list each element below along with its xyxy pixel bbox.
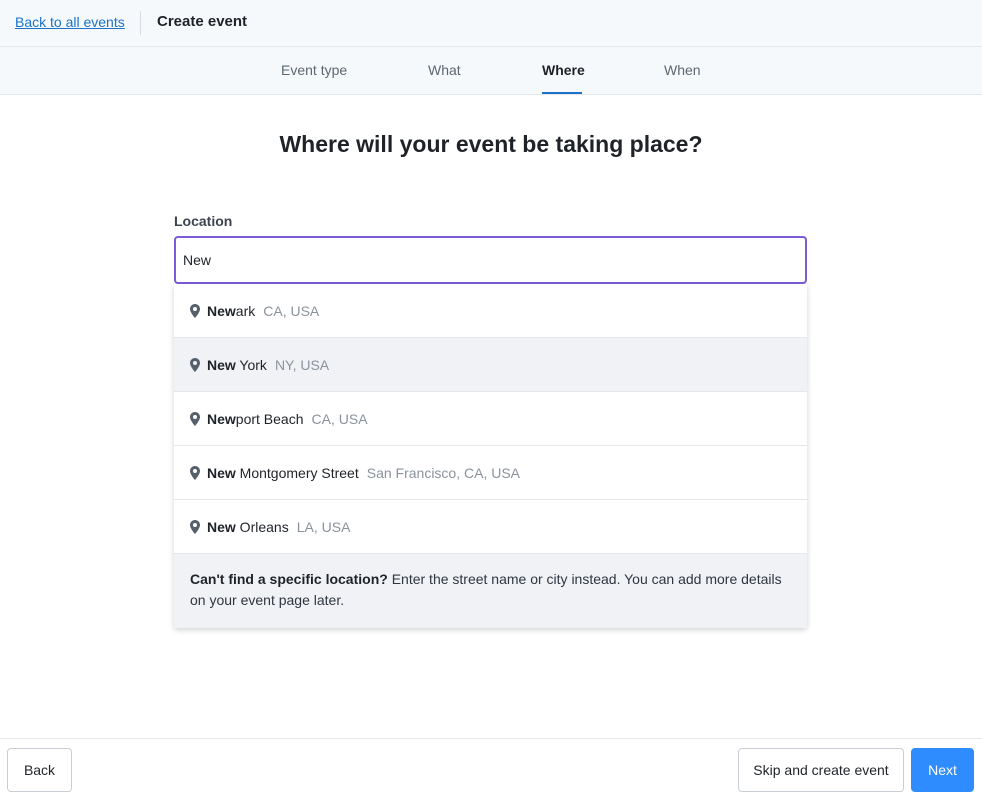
map-pin-icon [190, 519, 200, 534]
suggestion-region: CA, USA [311, 410, 368, 427]
suggestion-option[interactable]: New York NY, USA [174, 338, 807, 392]
active-tab-indicator [542, 92, 582, 94]
back-to-all-events-link[interactable]: Back to all events [15, 14, 125, 30]
suggestion-region: San Francisco, CA, USA [366, 464, 521, 481]
skip-and-create-event-button[interactable]: Skip and create event [738, 748, 904, 792]
step-navigation: Event type What Where When [0, 47, 982, 95]
map-pin-icon [190, 303, 200, 318]
next-button[interactable]: Next [911, 748, 974, 792]
map-pin-icon [190, 357, 200, 372]
cant-find-location-hint: Can't find a specific location? Enter th… [174, 554, 807, 628]
suggestion-option[interactable]: Newark CA, USA [174, 284, 807, 338]
location-input[interactable] [174, 236, 807, 284]
tab-event-type[interactable]: Event type [281, 62, 347, 78]
suggestion-option[interactable]: New Montgomery Street San Francisco, CA,… [174, 446, 807, 500]
suggestion-name: Newport Beach [207, 410, 304, 427]
map-pin-icon [190, 411, 200, 426]
location-label: Location [174, 213, 233, 229]
location-suggestions-dropdown: Newark CA, USA New York NY, USA Newport … [174, 284, 807, 628]
tab-where[interactable]: Where [542, 62, 585, 78]
suggestion-region: CA, USA [263, 302, 320, 319]
suggestion-region: NY, USA [274, 356, 330, 373]
suggestion-option[interactable]: New Orleans LA, USA [174, 500, 807, 554]
page-title: Create event [157, 13, 248, 30]
suggestion-name: New Orleans [207, 518, 289, 535]
suggestion-name: New Montgomery Street [207, 464, 359, 481]
suggestion-option[interactable]: Newport Beach CA, USA [174, 392, 807, 446]
suggestion-region: LA, USA [296, 518, 351, 535]
suggestion-name: Newark [207, 302, 256, 319]
tab-what[interactable]: What [428, 62, 461, 78]
top-bar: Back to all events Create event [0, 0, 982, 47]
footer-bar: Back Skip and create event Next [0, 738, 982, 797]
suggestion-name: New York [207, 356, 267, 373]
map-pin-icon [190, 465, 200, 480]
page-heading: Where will your event be taking place? [279, 131, 703, 157]
tab-when[interactable]: When [664, 62, 701, 78]
topbar-divider [140, 11, 141, 35]
back-button[interactable]: Back [7, 748, 72, 792]
